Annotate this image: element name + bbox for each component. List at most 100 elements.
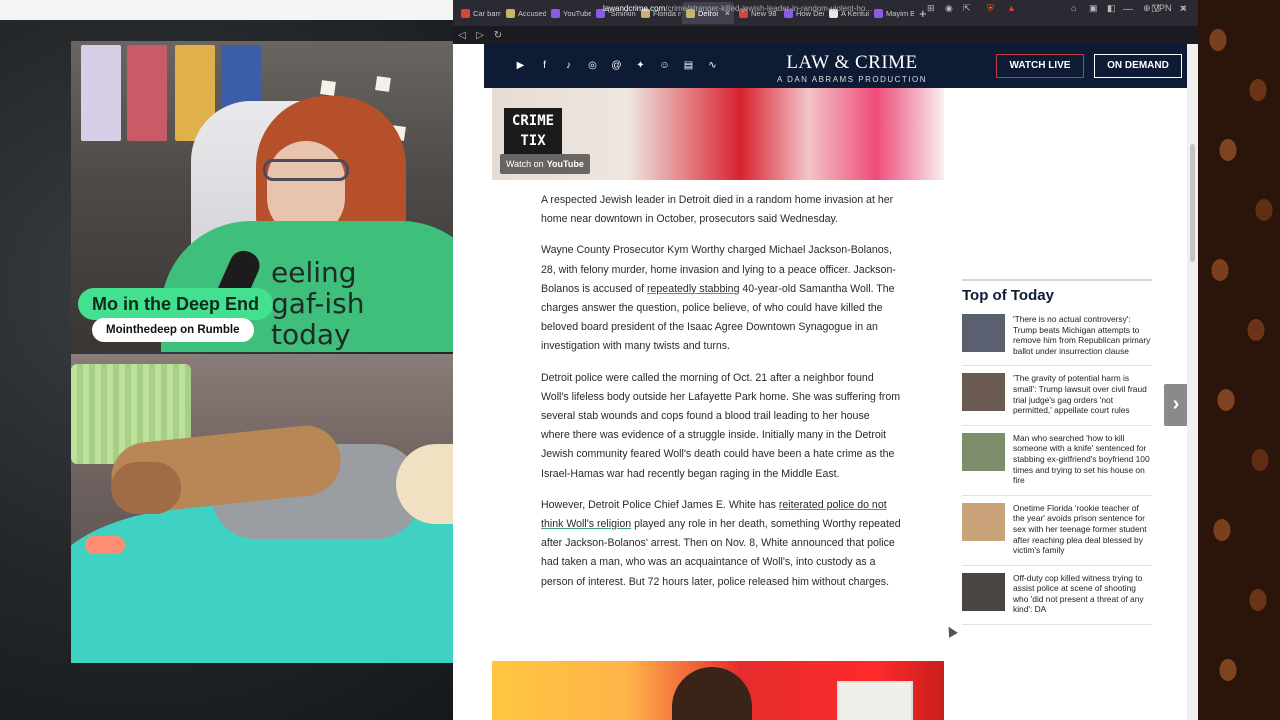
article-text: A respected Jewish leader in Detroit die…: [541, 194, 894, 226]
logo-tagline: A DAN ABRAMS PRODUCTION: [776, 75, 928, 84]
screenshot-icon[interactable]: ◉: [945, 3, 953, 14]
site-logo[interactable]: LAW & CRIME A DAN ABRAMS PRODUCTION: [762, 52, 942, 84]
story-thumbnail[interactable]: [962, 572, 1005, 611]
stream-top-strip: [0, 0, 453, 20]
browser-tab[interactable]: Accused o: [502, 2, 546, 24]
rumble-icon[interactable]: ∿: [706, 59, 719, 72]
wall-poster: [81, 45, 121, 141]
story-thumbnail[interactable]: [962, 432, 1005, 471]
dog-head: [111, 462, 181, 514]
sidebar-story[interactable]: 'There is no actual controversy': Trump …: [962, 314, 1152, 367]
twitch-icon[interactable]: ▤: [682, 59, 695, 72]
tab-favicon-icon: [461, 8, 470, 18]
story-headline[interactable]: Off-duty cop killed witness trying to as…: [1013, 573, 1152, 615]
forward-icon[interactable]: ▷: [471, 30, 489, 41]
snapchat-icon[interactable]: ☺: [658, 59, 671, 72]
article-paragraph: However, Detroit Police Chief James E. W…: [541, 496, 901, 592]
watch-on-label: Watch on: [506, 159, 544, 169]
tab-label: Accused o: [518, 8, 546, 18]
article-text: Detroit police were called the morning o…: [541, 371, 901, 480]
threads-icon[interactable]: @: [610, 59, 623, 72]
browser-tab[interactable]: Car barrels: [457, 2, 501, 24]
sticky-note: [375, 76, 391, 92]
dog-cam-feed: [71, 354, 484, 663]
channel-badge: CRIME TIX: [504, 108, 562, 154]
article-text: However, Detroit Police Chief James E. W…: [541, 498, 779, 511]
browser-window: Car barrelsAccused oYouTube m"Smirking"F…: [453, 0, 1198, 720]
url-path: /crime/stranger-killed-jewish-leader-in-…: [665, 4, 872, 13]
watch-on-youtube-button[interactable]: Watch on YouTube: [500, 154, 590, 174]
article-paragraph: Detroit police were called the morning o…: [541, 369, 901, 484]
mouse-cursor: [944, 624, 958, 638]
tab-label: YouTube m: [563, 8, 591, 18]
article-body: A respected Jewish leader in Detroit die…: [541, 191, 901, 604]
channel-badge-line2: TIX: [520, 133, 546, 149]
next-article-button[interactable]: ›: [1164, 384, 1188, 426]
url-domain: lawandcrime.com: [603, 4, 666, 13]
page-content: CRIME TIX Watch on YouTube A respected Jew…: [484, 88, 1188, 720]
scrollbar[interactable]: [1187, 44, 1198, 720]
story-headline[interactable]: Onetime Florida 'rookie teacher of the y…: [1013, 503, 1152, 556]
watch-live-button[interactable]: WATCH LIVE: [996, 54, 1084, 78]
sidebar-divider: [962, 279, 1152, 281]
youtube-icon[interactable]: ▶: [514, 59, 527, 72]
streamer-handle-badge: Mointhedeep on Rumble: [92, 318, 254, 342]
vpn-button[interactable]: ⊕ VPN: [1143, 3, 1172, 14]
wallet-icon[interactable]: ◧: [1107, 3, 1116, 14]
story-headline[interactable]: 'There is no actual controversy': Trump …: [1013, 314, 1152, 356]
story-headline[interactable]: Man who searched 'how to kill someone wi…: [1013, 433, 1152, 486]
sidebar-story[interactable]: Off-duty cop killed witness trying to as…: [962, 572, 1152, 626]
sidebar-story[interactable]: Man who searched 'how to kill someone wi…: [962, 432, 1152, 496]
minimize-icon[interactable]: —: [1123, 4, 1133, 15]
bookmark-icon[interactable]: ⊞: [927, 3, 935, 14]
menu-icon[interactable]: ≡: [1181, 3, 1186, 13]
back-icon[interactable]: ◁: [453, 30, 471, 41]
tab-label: Car barrels: [473, 8, 501, 18]
share-icon[interactable]: ⇱: [963, 3, 971, 14]
tab-favicon-icon: [551, 8, 560, 18]
url-field[interactable]: lawandcrime.com/crime/stranger-killed-je…: [603, 2, 923, 16]
video-thumbnail-person: [672, 667, 752, 720]
tab-favicon-icon: [506, 8, 515, 18]
story-headline[interactable]: 'The gravity of potential harm is small'…: [1013, 373, 1152, 415]
sidebar-story[interactable]: Onetime Florida 'rookie teacher of the y…: [962, 502, 1152, 566]
coffee-bean-background: [1198, 0, 1280, 720]
extensions-icon[interactable]: ⌂: [1071, 3, 1076, 13]
on-demand-button[interactable]: ON DEMAND: [1094, 54, 1182, 78]
article-paragraph: A respected Jewish leader in Detroit die…: [541, 191, 901, 229]
video-thumbnail-inset: [837, 681, 913, 720]
sidebar-list: 'There is no actual controversy': Trump …: [962, 314, 1152, 626]
article-paragraph: Wayne County Prosecutor Kym Worthy charg…: [541, 241, 901, 356]
streamer-name-badge: Mo in the Deep End: [78, 288, 274, 320]
twitter-icon[interactable]: ✦: [634, 59, 647, 72]
scrollbar-thumb[interactable]: [1190, 144, 1195, 262]
article-link[interactable]: repeatedly stabbing: [647, 283, 739, 295]
reload-icon[interactable]: ↻: [489, 30, 507, 41]
streamer-glasses: [263, 159, 349, 181]
site-header: ▶ f ♪ ◎ @ ✦ ☺ ▤ ∿ LAW & CRIME A DAN ABRA…: [484, 44, 1188, 88]
screen: eeling gaf-ish today Mo in the Deep End …: [0, 0, 1280, 720]
sidebar-toggle-icon[interactable]: ▣: [1089, 3, 1098, 14]
rewards-icon[interactable]: ▲: [1007, 3, 1016, 13]
instagram-icon[interactable]: ◎: [586, 59, 599, 72]
address-bar: ◁ ▷ ↻: [453, 26, 1198, 44]
sticky-note: [320, 80, 336, 96]
sidebar-title: Top of Today: [962, 287, 1054, 304]
browser-tab[interactable]: YouTube m: [547, 2, 591, 24]
tiktok-icon[interactable]: ♪: [562, 59, 575, 72]
story-thumbnail[interactable]: [962, 373, 1005, 412]
wall-poster: [127, 45, 167, 141]
embedded-video-2[interactable]: [492, 661, 944, 720]
story-thumbnail[interactable]: [962, 502, 1005, 541]
sidebar-story[interactable]: 'The gravity of potential harm is small'…: [962, 373, 1152, 426]
channel-badge-line1: CRIME: [511, 113, 555, 129]
facebook-icon[interactable]: f: [538, 59, 551, 72]
brave-shield-icon[interactable]: ⛨: [987, 3, 994, 14]
story-thumbnail[interactable]: [962, 314, 1005, 352]
embedded-video[interactable]: CRIME TIX Watch on YouTube: [492, 88, 944, 180]
vpn-label: VPN: [1153, 3, 1172, 13]
top-of-today-sidebar: Top of Today 'There is no actual controv…: [962, 279, 1152, 632]
hoodie-text: eeling gaf-ish today: [271, 256, 365, 351]
logo-main: LAW & CRIME: [786, 52, 918, 73]
dog-toy: [85, 536, 125, 554]
